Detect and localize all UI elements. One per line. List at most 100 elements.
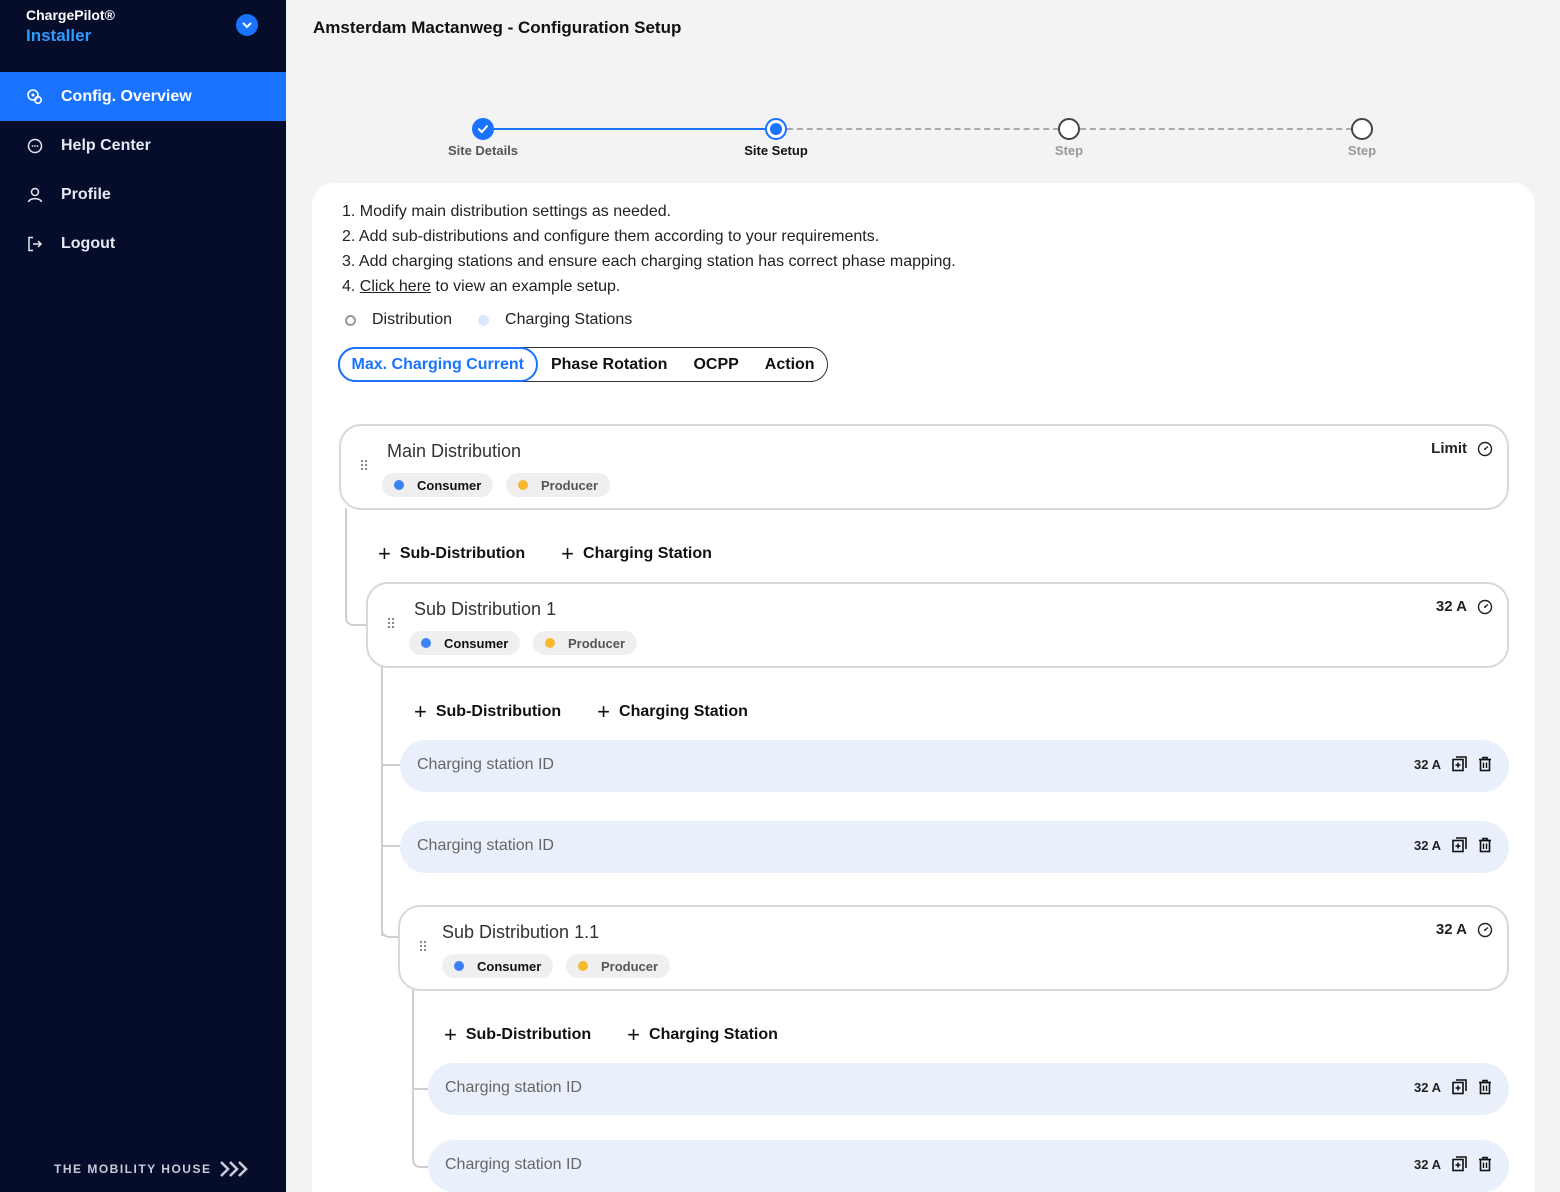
chevron-down-icon[interactable] [236, 14, 258, 36]
instruction-1: 1. Modify main distribution settings as … [342, 203, 672, 220]
charging-station-current: 32 A [1414, 1156, 1441, 1172]
charging-station-row[interactable]: Charging station ID 32 A [428, 1063, 1509, 1115]
step-label: Site Details [447, 143, 519, 158]
sidebar-item-profile[interactable]: Profile [0, 170, 286, 219]
add-sub-distribution-button[interactable]: + Sub-Distribution [414, 701, 561, 723]
trash-icon[interactable] [1477, 1155, 1493, 1173]
tree-connector [381, 764, 400, 766]
add-charging-station-button[interactable]: + Charging Station [627, 1024, 778, 1046]
sidebar-item-label: Profile [61, 185, 111, 203]
charging-station-id: Charging station ID [417, 837, 554, 854]
add-charging-station-button[interactable]: + Charging Station [561, 543, 712, 565]
add-sub-distribution-button[interactable]: + Sub-Distribution [444, 1024, 591, 1046]
add-cs-label: Charging Station [619, 703, 748, 720]
tree-connector [381, 845, 400, 847]
main-distribution[interactable]: ⠿ Main Distribution Consumer Producer Li… [339, 424, 1509, 510]
charging-station-current: 32 A [1414, 1079, 1441, 1095]
view-tabs: Max. Charging Current Phase Rotation OCP… [337, 347, 828, 382]
config-icon [26, 88, 44, 106]
logout-icon [26, 235, 44, 253]
company-name: THE MOBILITY HOUSE [54, 1162, 212, 1176]
producer-badge: Producer [506, 473, 611, 497]
step-current-indicator [765, 118, 787, 140]
tree-connector [345, 508, 367, 626]
charging-station-row[interactable]: Charging station ID 32 A [400, 821, 1509, 873]
trash-icon[interactable] [1477, 836, 1493, 854]
charging-station-row[interactable]: Charging station ID 32 A [428, 1140, 1509, 1192]
instruction-2: 2. Add sub-distributions and configure t… [342, 228, 880, 245]
sub-distribution-1[interactable]: ⠿ Sub Distribution 1 Consumer Producer 3… [366, 582, 1509, 668]
consumer-badge: Consumer [409, 631, 521, 655]
duplicate-icon[interactable] [1451, 1155, 1467, 1173]
consumer-badge: Consumer [442, 954, 554, 978]
sidebar-item-config-overview[interactable]: Config. Overview [0, 72, 286, 121]
drag-handle-icon[interactable]: ⠿ [359, 458, 369, 475]
tree-connector [412, 1088, 428, 1168]
brand-role: Installer [26, 26, 92, 45]
instructions: 1. Modify main distribution settings as … [342, 199, 956, 299]
sidebar-nav: Config. Overview Help Center Profile Log… [0, 72, 286, 268]
company-logo: THE MOBILITY HOUSE [54, 1160, 249, 1178]
user-icon [26, 186, 44, 204]
producer-label: Producer [541, 477, 599, 493]
duplicate-icon[interactable] [1451, 1078, 1467, 1096]
step-label: Step [1054, 143, 1084, 158]
add-cs-label: Charging Station [583, 545, 712, 562]
charging-station-actions: 32 A [1414, 1078, 1493, 1096]
producer-label: Producer [568, 635, 626, 651]
add-cs-label: Charging Station [649, 1026, 778, 1043]
main-add-row: + Sub-Distribution + Charging Station [378, 543, 748, 565]
sidebar-item-help-center[interactable]: Help Center [0, 121, 286, 170]
limit-label: Limit [1431, 440, 1467, 457]
limit-value: 32 A [1435, 598, 1467, 615]
step-site-details[interactable]: Site Details [403, 118, 563, 158]
sub11-add-row: + Sub-Distribution + Charging Station [444, 1024, 814, 1046]
duplicate-icon[interactable] [1451, 755, 1467, 773]
sub1-add-row: + Sub-Distribution + Charging Station [414, 701, 784, 723]
charging-station-row[interactable]: Charging station ID 32 A [400, 740, 1509, 792]
step-indicator [1058, 118, 1080, 140]
step-3[interactable]: Step [989, 118, 1149, 158]
step-4[interactable]: Step [1282, 118, 1442, 158]
legend: Distribution Charging Stations [345, 311, 632, 329]
distribution-limit[interactable]: Limit [1431, 440, 1493, 457]
charging-station-legend-dot [478, 314, 490, 326]
sub-distribution-1-1[interactable]: ⠿ Sub Distribution 1.1 Consumer Producer… [398, 905, 1509, 991]
instruction-4-suffix: to view an example setup. [430, 278, 621, 295]
sidebar: ChargePilot® Installer Config. Overview … [0, 0, 286, 1192]
trash-icon[interactable] [1477, 1078, 1493, 1096]
page-title: Amsterdam Mactanweg - Configuration Setu… [313, 18, 682, 37]
duplicate-icon[interactable] [1451, 836, 1467, 854]
drag-handle-icon[interactable]: ⠿ [418, 939, 428, 956]
tab-phase-rotation[interactable]: Phase Rotation [538, 347, 680, 382]
tab-ocpp[interactable]: OCPP [680, 347, 751, 382]
tree-connector [412, 989, 414, 1089]
distribution-limit[interactable]: 32 A [1436, 598, 1493, 615]
trash-icon[interactable] [1477, 755, 1493, 773]
drag-handle-icon[interactable]: ⠿ [386, 616, 396, 633]
tab-max-charging-current[interactable]: Max. Charging Current [337, 347, 538, 382]
producer-badge: Producer [566, 954, 671, 978]
instruction-4-prefix: 4. [342, 278, 360, 295]
step-site-setup[interactable]: Site Setup [696, 118, 856, 158]
producer-label: Producer [601, 958, 659, 974]
example-setup-link[interactable]: Click here [360, 278, 431, 295]
instruction-3: 3. Add charging stations and ensure each… [342, 253, 956, 270]
distribution-title: Sub Distribution 1.1 [442, 922, 600, 942]
add-charging-station-button[interactable]: + Charging Station [597, 701, 748, 723]
sidebar-item-logout[interactable]: Logout [0, 219, 286, 268]
distribution-title: Main Distribution [387, 441, 522, 461]
add-sub-label: Sub-Distribution [399, 545, 526, 562]
charging-station-actions: 32 A [1414, 1155, 1493, 1173]
brand-name: ChargePilot® [26, 7, 115, 23]
consumer-label: Consumer [417, 477, 482, 493]
stepper: Site Details Site Setup Step Step [313, 118, 1535, 168]
tab-action[interactable]: Action [752, 347, 827, 382]
consumer-label: Consumer [477, 958, 542, 974]
check-icon [472, 118, 494, 140]
step-label: Step [1347, 143, 1377, 158]
sidebar-item-label: Logout [61, 234, 116, 252]
legend-charging-stations: Charging Stations [505, 311, 633, 328]
distribution-limit[interactable]: 32 A [1436, 921, 1493, 938]
add-sub-distribution-button[interactable]: + Sub-Distribution [378, 543, 525, 565]
